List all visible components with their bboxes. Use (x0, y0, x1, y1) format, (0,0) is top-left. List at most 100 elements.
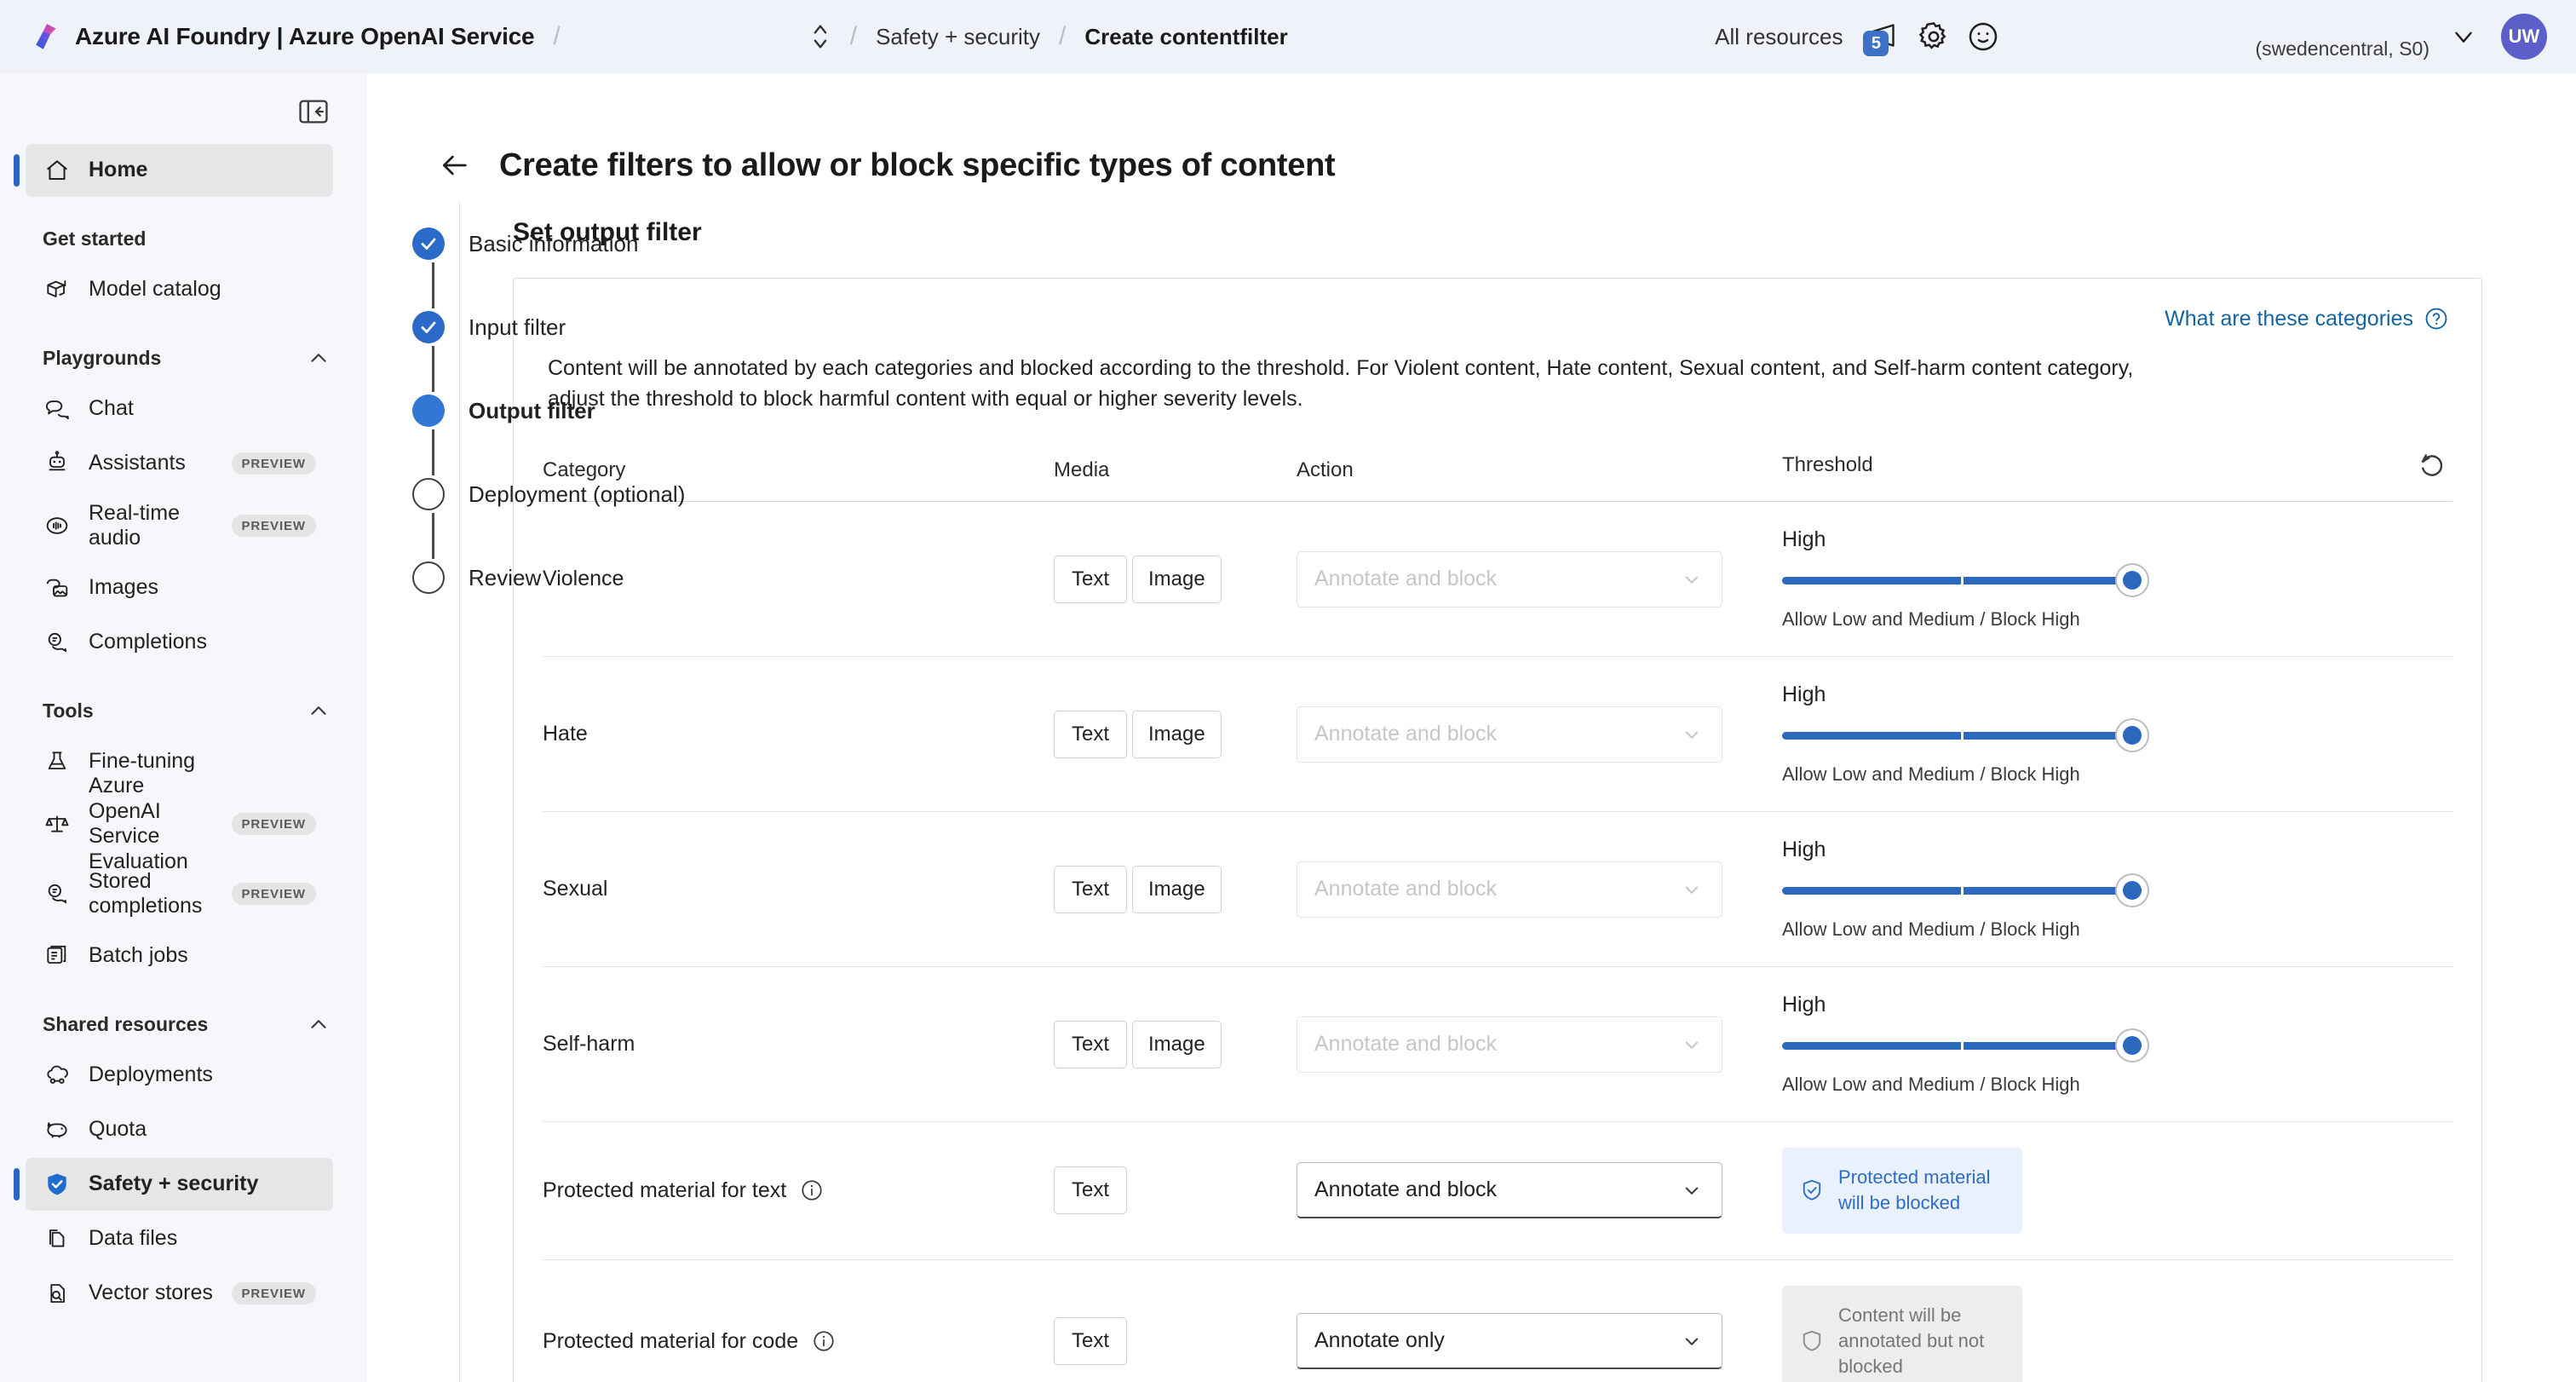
chevron-down-icon (2449, 22, 2478, 51)
wizard-step-basic-information[interactable]: Basic information (412, 225, 459, 262)
preview-badge: PREVIEW (232, 883, 316, 905)
cell-threshold: High Allow Low and Medium / Block High (1782, 812, 2452, 967)
wizard-step-review[interactable]: Review (412, 559, 459, 596)
account-chevron-button[interactable] (2441, 14, 2486, 59)
brand-title: Azure AI Foundry | Azure OpenAI Service (75, 23, 534, 50)
arrow-left-icon (437, 148, 471, 182)
region-label: (swedencentral, S0) (2255, 37, 2429, 60)
sidebar-section-title: Tools (43, 700, 304, 723)
slider-thumb[interactable] (2115, 718, 2149, 752)
what-are-these-categories-link[interactable]: What are these categories (2165, 306, 2449, 331)
cell-threshold: Content will be annotated but not blocke… (1782, 1259, 2452, 1382)
breadcrumb-separator-3: / (1059, 22, 1066, 51)
wizard-step-input-filter[interactable]: Input filter (412, 308, 459, 346)
brand[interactable]: Azure AI Foundry | Azure OpenAI Service (32, 22, 534, 51)
slider-thumb[interactable] (2115, 1028, 2149, 1062)
sidebar-section-tools[interactable]: Tools (43, 692, 333, 729)
wizard-connector (432, 429, 434, 475)
top-bar: Azure AI Foundry | Azure OpenAI Service … (0, 0, 2576, 73)
media-button-image[interactable]: Image (1132, 556, 1222, 603)
sidebar-item-stored-completions[interactable]: Stored completions PREVIEW (26, 860, 333, 928)
info-circle-icon[interactable] (812, 1329, 836, 1353)
sidebar-item-completions[interactable]: Completions (26, 616, 333, 669)
vector-search-icon (43, 1280, 72, 1307)
sidebar-item-batch-jobs[interactable]: Batch jobs (26, 930, 333, 982)
media-button-image[interactable]: Image (1132, 711, 1222, 758)
sort-updown-icon[interactable] (809, 22, 831, 51)
media-button-text[interactable]: Text (1054, 1021, 1127, 1068)
sidebar-item-quota[interactable]: Quota (26, 1103, 333, 1156)
sidebar-section-playgrounds[interactable]: Playgrounds (43, 339, 333, 377)
sidebar-item-label: Assistants (89, 451, 215, 476)
feedback-button[interactable] (1958, 12, 2008, 61)
sidebar-item-label: Safety + security (89, 1172, 316, 1197)
sidebar-item-data-files[interactable]: Data files (26, 1212, 333, 1265)
sidebar-item-assistants[interactable]: Assistants PREVIEW (26, 437, 333, 490)
sidebar-item-model-catalog[interactable]: Model catalog (26, 263, 333, 316)
wizard-step-output-filter[interactable]: Output filter (412, 392, 459, 429)
action-dropdown[interactable]: Annotate and block (1297, 861, 1722, 918)
sidebar-section-title: Playgrounds (43, 347, 304, 370)
sidebar-section-title: Get started (43, 227, 333, 250)
settings-button[interactable] (1909, 12, 1958, 61)
chevron-up-icon (304, 1011, 333, 1037)
avatar[interactable]: UW (2501, 14, 2547, 60)
table-body: Violence Text Image (543, 502, 2452, 1382)
media-button-text[interactable]: Text (1054, 711, 1127, 758)
sidebar-item-images[interactable]: Images (26, 561, 333, 614)
chevron-down-icon (1679, 877, 1705, 902)
preview-badge: PREVIEW (232, 515, 316, 537)
sidebar-item-home[interactable]: Home (26, 144, 333, 197)
media-button-text[interactable]: Text (1054, 556, 1127, 603)
announcements-button[interactable]: 5 (1860, 12, 1909, 61)
help-link-label: What are these categories (2165, 307, 2413, 331)
sidebar-item-azure-openai-service-evaluation[interactable]: Azure OpenAI Service Evaluation PREVIEW (26, 790, 333, 858)
chevron-down-icon (1679, 1328, 1705, 1354)
cell-media: Text Image (1054, 967, 1297, 1122)
back-button[interactable] (433, 144, 475, 187)
reset-thresholds-button[interactable] (2412, 448, 2452, 482)
threshold-slider[interactable] (1782, 726, 2140, 745)
category-label: Self-harm (543, 1032, 635, 1057)
sidebar-section-shared-resources[interactable]: Shared resources (43, 1005, 333, 1043)
info-circle-icon[interactable] (800, 1178, 824, 1202)
action-dropdown[interactable]: Annotate and block (1297, 706, 1722, 763)
action-dropdown[interactable]: Annotate and block (1297, 1162, 1722, 1218)
sidebar-item-vector-stores[interactable]: Vector stores PREVIEW (26, 1267, 333, 1320)
main-content: Create filters to allow or block specifi… (366, 73, 2576, 1382)
batch-document-icon (43, 942, 72, 970)
threshold-level-label: High (1782, 527, 2452, 552)
threshold-slider[interactable] (1782, 571, 2140, 590)
media-button-image[interactable]: Image (1132, 866, 1222, 913)
wizard-step-deployment-optional[interactable]: Deployment (optional) (412, 475, 459, 513)
page-header-inner: Create filters to allow or block specifi… (399, 144, 1335, 187)
status-badge-text: Protected material will be blocked (1838, 1165, 2002, 1217)
slider-track (1782, 577, 2140, 584)
media-button-image[interactable]: Image (1132, 1021, 1222, 1068)
action-dropdown[interactable]: Annotate only (1297, 1313, 1722, 1369)
card-description: Content will be annotated by each catego… (543, 354, 2144, 414)
slider-thumb[interactable] (2115, 563, 2149, 597)
sidebar-item-label: Chat (89, 396, 316, 422)
sidebar-item-real-time-audio[interactable]: Real-time audio PREVIEW (26, 492, 333, 560)
threshold-slider[interactable] (1782, 881, 2140, 900)
sidebar-item-safety-security[interactable]: Safety + security (26, 1158, 333, 1211)
flask-icon (43, 748, 72, 775)
category-label: Sexual (543, 877, 607, 901)
output-filter-card: What are these categories Content will b… (513, 278, 2482, 1382)
sidebar-item-deployments[interactable]: Deployments (26, 1049, 333, 1102)
action-dropdown[interactable]: Annotate and block (1297, 551, 1722, 608)
content-columns: Basic information Input filter (366, 201, 2576, 1382)
sidebar-collapse-button[interactable] (294, 94, 333, 130)
media-button-text[interactable]: Text (1054, 1166, 1127, 1214)
table-row: Violence Text Image (543, 502, 2452, 657)
all-resources-link[interactable]: All resources (1715, 24, 1843, 50)
media-button-text[interactable]: Text (1054, 866, 1127, 913)
sidebar-item-chat[interactable]: Chat (26, 383, 333, 435)
media-button-text[interactable]: Text (1054, 1317, 1127, 1365)
action-dropdown[interactable]: Annotate and block (1297, 1016, 1722, 1073)
slider-thumb[interactable] (2115, 873, 2149, 907)
breadcrumb-item-safety-security[interactable]: Safety + security (876, 24, 1040, 50)
slider-tick (1961, 576, 1964, 585)
threshold-slider[interactable] (1782, 1036, 2140, 1055)
